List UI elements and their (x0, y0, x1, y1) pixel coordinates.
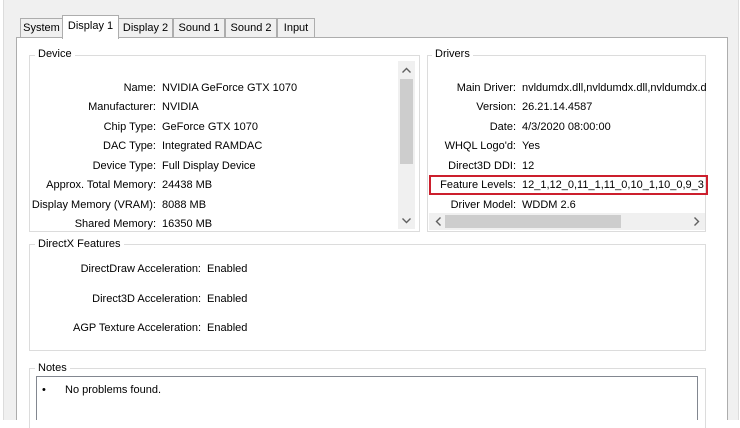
device-group-title: Device (35, 48, 75, 61)
device-scrollbar-thumb[interactable] (400, 79, 413, 164)
agp-texture-label: AGP Texture Acceleration: (73, 322, 201, 334)
chip-type-label: Chip Type: (103, 121, 156, 133)
feature-levels-highlight (429, 175, 708, 195)
directdraw-value: Enabled (207, 263, 248, 275)
driver-model-value: WDDM 2.6 (522, 199, 576, 211)
tab-sound-2[interactable]: Sound 2 (225, 18, 277, 37)
total-memory-value: 24438 MB (162, 179, 213, 191)
date-value: 4/3/2020 08:00:00 (522, 121, 611, 133)
tab-display-1[interactable]: Display 1 (62, 15, 119, 39)
tab-input[interactable]: Input (277, 18, 315, 37)
chevron-right-icon[interactable] (688, 213, 705, 230)
shared-memory-value: 16350 MB (162, 218, 213, 230)
direct3d-ddi-label: Direct3D DDI: (448, 160, 516, 172)
tab-sound-1[interactable]: Sound 1 (173, 18, 225, 37)
driver-model-label: Driver Model: (450, 199, 516, 211)
directdraw-label: DirectDraw Acceleration: (80, 263, 201, 275)
direct3d-accel-value: Enabled (207, 293, 248, 305)
drivers-scrollbar-thumb[interactable] (445, 215, 621, 228)
chevron-down-icon[interactable] (398, 212, 415, 229)
chevron-left-icon[interactable] (429, 213, 446, 230)
vram-label: Display Memory (VRAM): (31, 199, 156, 211)
date-label: Date: (489, 121, 516, 133)
dac-type-label: DAC Type: (103, 140, 156, 152)
directx-features-title: DirectX Features (35, 238, 124, 251)
shared-memory-label: Shared Memory: (74, 218, 156, 230)
drivers-group-title: Drivers (432, 48, 473, 61)
manufacturer-value: NVIDIA (162, 101, 199, 113)
main-driver-value: nvldumdx.dll,nvldumdx.dll,nvldumdx.d (522, 82, 706, 94)
notes-group-title: Notes (35, 362, 70, 375)
notes-bullet: • (42, 384, 46, 396)
tab-display-2[interactable]: Display 2 (118, 18, 173, 37)
direct3d-ddi-value: 12 (522, 160, 535, 172)
chevron-up-icon[interactable] (398, 61, 415, 78)
whql-value: Yes (522, 140, 540, 152)
manufacturer-label: Manufacturer: (88, 101, 156, 113)
main-driver-label: Main Driver: (456, 82, 516, 94)
total-memory-label: Approx. Total Memory: (46, 179, 156, 191)
vram-value: 8088 MB (162, 199, 207, 211)
dac-type-value: Integrated RAMDAC (162, 140, 263, 152)
tab-system[interactable]: System (20, 18, 63, 37)
device-name-label: Name: (123, 82, 156, 94)
version-value: 26.21.14.4587 (522, 101, 593, 113)
direct3d-accel-label: Direct3D Acceleration: (92, 293, 201, 305)
chip-type-value: GeForce GTX 1070 (162, 121, 258, 133)
device-type-label: Device Type: (92, 160, 156, 172)
device-name-value: NVIDIA GeForce GTX 1070 (162, 82, 298, 94)
notes-text: No problems found. (65, 384, 161, 396)
version-label: Version: (476, 101, 516, 113)
whql-label: WHQL Logo'd: (444, 140, 516, 152)
device-type-value: Full Display Device (162, 160, 256, 172)
agp-texture-value: Enabled (207, 322, 248, 334)
